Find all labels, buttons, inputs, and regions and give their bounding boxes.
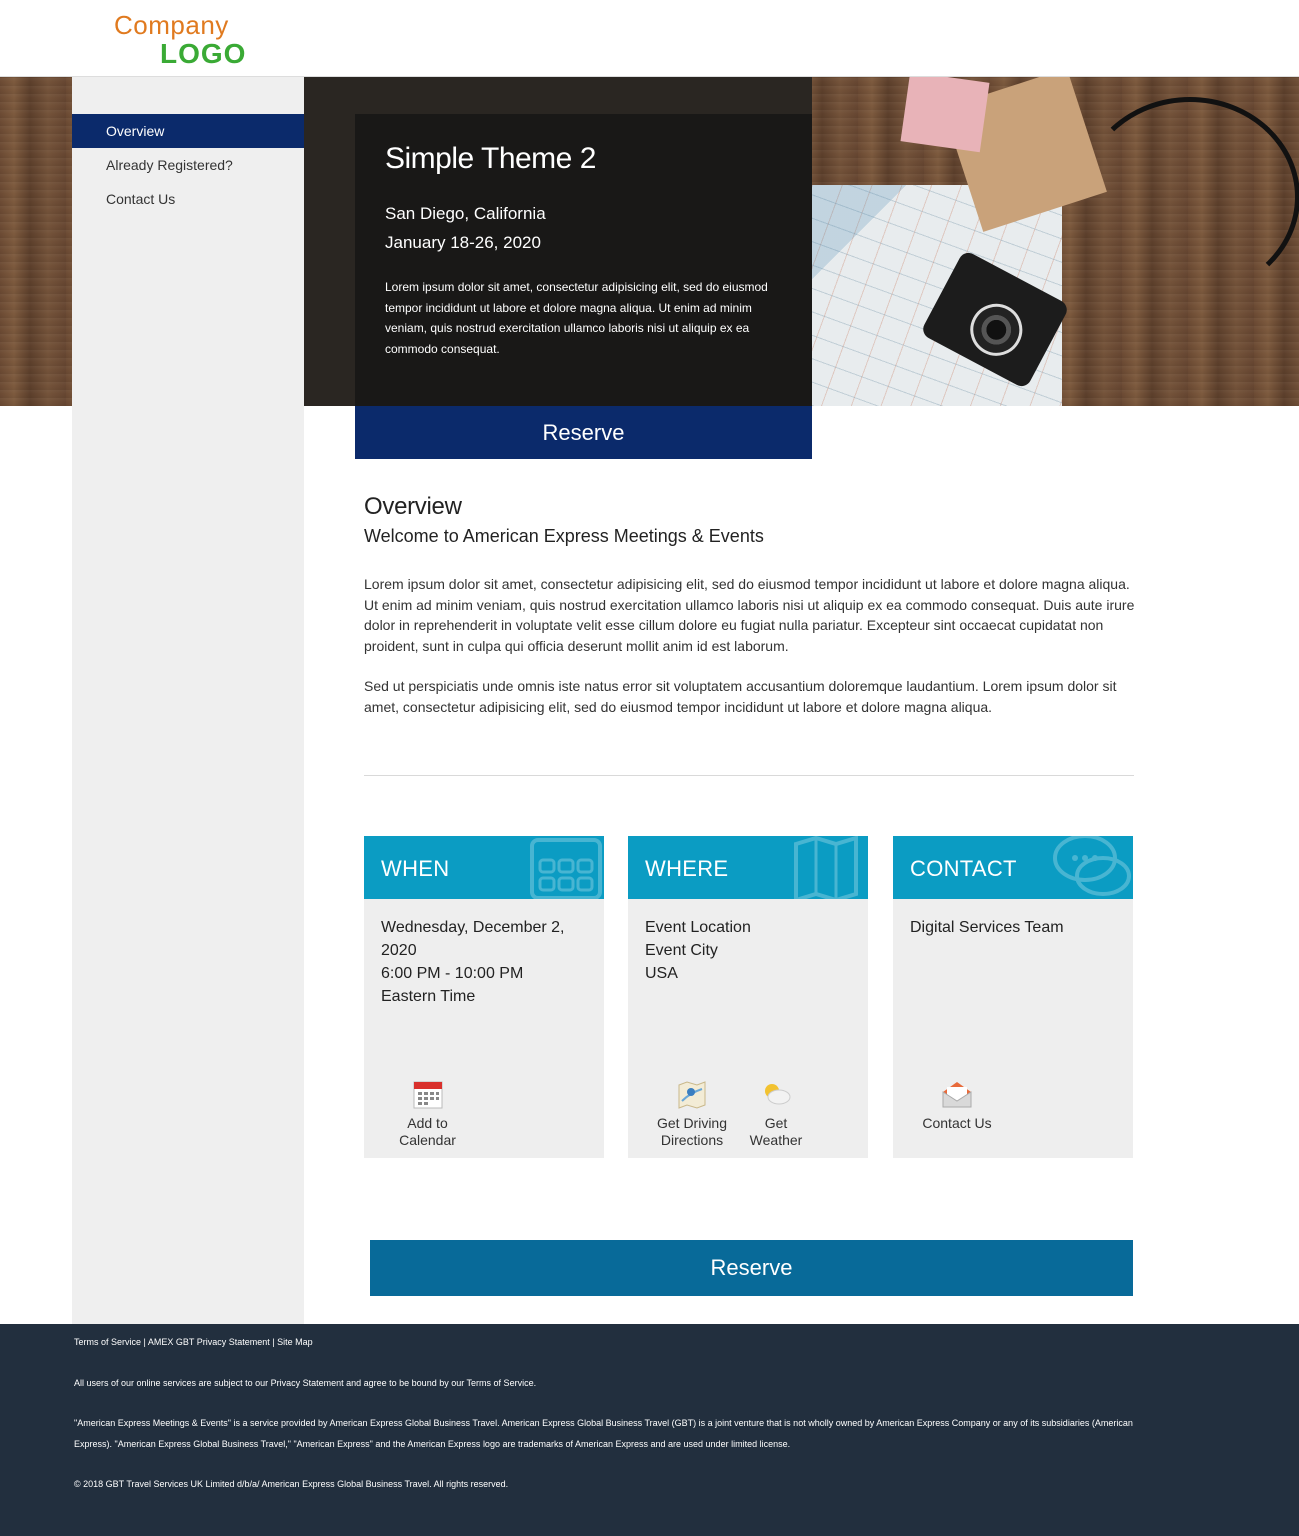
get-driving-directions-label: Get Driving Directions — [656, 1115, 728, 1148]
add-to-calendar-action[interactable]: Add to Calendar — [390, 1079, 465, 1149]
when-card-title: WHEN — [381, 856, 450, 881]
contact-us-label: Contact Us — [922, 1115, 992, 1131]
sidebar-item-contact-us[interactable]: Contact Us — [72, 182, 304, 216]
contact-line: Digital Services Team — [910, 919, 1064, 936]
contact-card-title: CONTACT — [910, 856, 1017, 881]
calendar-icon — [413, 1081, 442, 1109]
where-line: USA — [645, 965, 678, 982]
hero-info-panel: Simple Theme 2 San Diego, California Jan… — [355, 114, 812, 406]
sidebar-item-overview[interactable]: Overview — [72, 114, 304, 148]
contact-us-action[interactable]: Contact Us — [917, 1079, 997, 1132]
weather-icon — [765, 1084, 791, 1105]
when-card: WHEN Wednesday, December 2, 2020 6:00 PM… — [364, 836, 604, 1158]
calendar-grid-icon — [530, 838, 602, 899]
footer-separator: | — [269, 1337, 278, 1347]
footer-link-terms[interactable]: Terms of Service — [74, 1337, 141, 1347]
reserve-button-top[interactable]: Reserve — [355, 406, 812, 459]
map-pin-icon — [678, 1081, 706, 1109]
footer-legal-notice: "American Express Meetings & Events" is … — [74, 1418, 1133, 1449]
when-line: 6:00 PM - 10:00 PM — [381, 965, 524, 982]
camera-strap-image — [1080, 97, 1299, 297]
where-line: Event City — [645, 942, 718, 959]
logo-line1: Company — [114, 10, 229, 40]
get-driving-directions-action[interactable]: Get Driving Directions — [652, 1079, 732, 1149]
footer-link-privacy[interactable]: AMEX GBT Privacy Statement — [148, 1337, 270, 1347]
get-weather-label: Get Weather — [749, 1115, 803, 1148]
footer-separator: | — [141, 1337, 148, 1347]
overview-heading: Overview — [364, 493, 462, 520]
where-card-title: WHERE — [645, 856, 729, 881]
event-description: Lorem ipsum dolor sit amet, consectetur … — [385, 280, 768, 356]
logo-line2: LOGO — [160, 38, 247, 69]
add-to-calendar-label: Add to Calendar — [399, 1115, 456, 1148]
sidebar: Overview Already Registered? Contact Us — [72, 77, 304, 1324]
site-header: Company LOGO — [0, 0, 1299, 77]
footer-links: Terms of Service | AMEX GBT Privacy Stat… — [74, 1337, 313, 1347]
overview-subheading: Welcome to American Express Meetings & E… — [364, 526, 764, 546]
reserve-button-bottom[interactable]: Reserve — [370, 1240, 1133, 1296]
map-outline-icon — [794, 836, 858, 899]
get-weather-action[interactable]: Get Weather — [741, 1079, 811, 1149]
contact-card-header: CONTACT — [893, 836, 1133, 899]
contact-card-body: Digital Services Team — [910, 916, 1120, 939]
event-location: San Diego, California — [385, 204, 546, 223]
overview-paragraph-2: Sed ut perspiciatis unde omnis iste natu… — [364, 678, 1117, 715]
sidebar-item-already-registered[interactable]: Already Registered? — [72, 148, 304, 182]
footer-privacy-notice: All users of our online services are sub… — [74, 1378, 537, 1388]
site-footer: Terms of Service | AMEX GBT Privacy Stat… — [0, 1324, 1299, 1536]
when-line: 2020 — [381, 942, 417, 959]
overview-paragraph-1: Lorem ipsum dolor sit amet, consectetur … — [364, 576, 1135, 654]
footer-link-sitemap[interactable]: Site Map — [277, 1337, 313, 1347]
when-line: Eastern Time — [381, 988, 476, 1005]
footer-copyright: © 2018 GBT Travel Services UK Limited d/… — [74, 1479, 509, 1489]
event-title: Simple Theme 2 — [385, 142, 596, 175]
company-logo[interactable]: Company LOGO — [114, 8, 245, 70]
passport-image — [900, 77, 990, 153]
where-card-header: WHERE — [628, 836, 868, 899]
chat-bubbles-icon — [1053, 836, 1131, 896]
where-card-body: Event Location Event City USA — [645, 916, 855, 985]
contact-card: CONTACT Digital Services Team Contact Us — [893, 836, 1133, 1158]
where-line: Event Location — [645, 919, 751, 936]
envelope-icon — [942, 1082, 972, 1108]
section-divider — [364, 775, 1134, 776]
event-dates: January 18-26, 2020 — [385, 233, 541, 252]
when-card-body: Wednesday, December 2, 2020 6:00 PM - 10… — [381, 916, 591, 1008]
when-line: Wednesday, December 2, — [381, 919, 565, 936]
where-card: WHERE Event Location Event City USA Get … — [628, 836, 868, 1158]
when-card-header: WHEN — [364, 836, 604, 899]
